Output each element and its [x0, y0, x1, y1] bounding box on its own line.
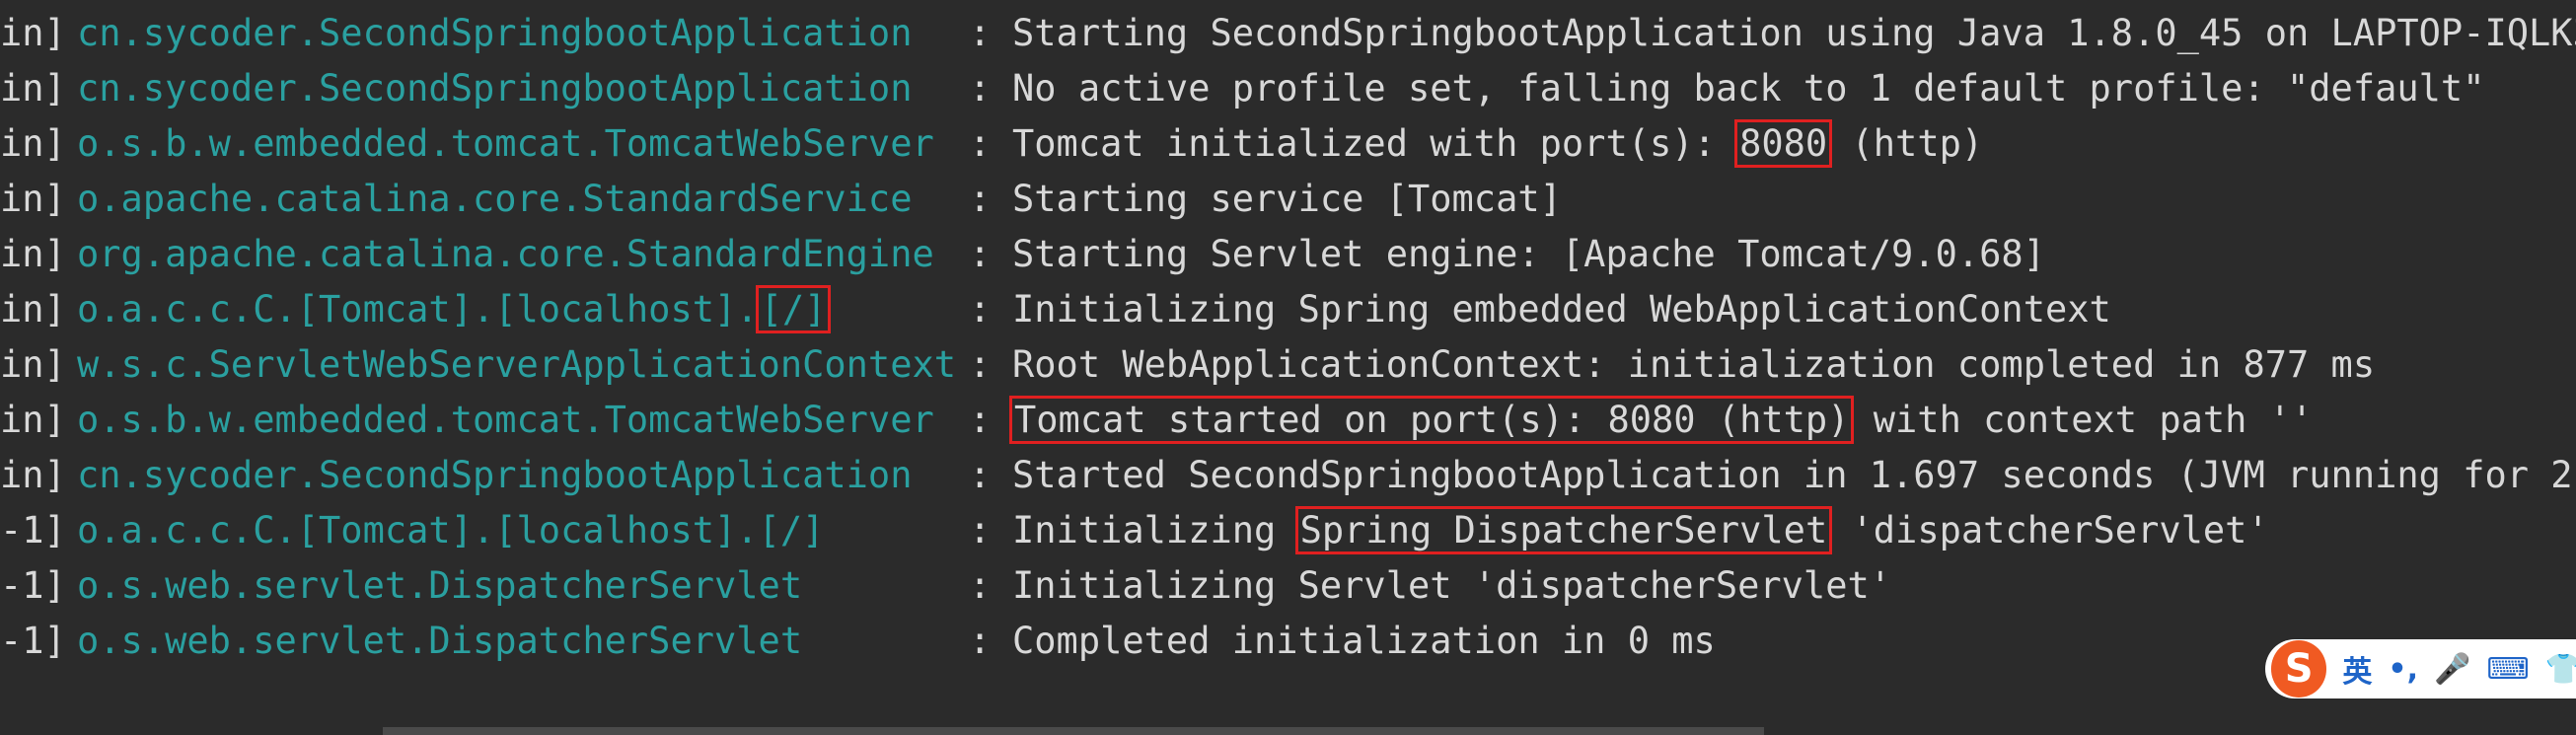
log-line: in] o.s.b.w.embedded.tomcat.TomcatWebSer… [0, 116, 1983, 172]
log-message: Initializing Servlet 'dispatcherServlet' [1012, 564, 1892, 607]
log-message: Initializing Spring DispatcherServlet 'd… [1012, 503, 2269, 558]
skin-icon[interactable]: 👕 [2545, 652, 2576, 687]
log-line: in] o.apache.catalina.core.StandardServi… [0, 172, 1562, 227]
log-message: Starting SecondSpringbootApplication usi… [1012, 12, 2576, 54]
log-message-text: Tomcat initialized with port(s): [1012, 122, 1738, 165]
log-message-text: (http) [1829, 122, 1984, 165]
console-output[interactable]: in] cn.sycoder.SecondSpringbootApplicati… [0, 0, 2576, 735]
log-thread: in] [0, 122, 66, 165]
log-separator: : [969, 12, 992, 54]
log-thread: in] [0, 399, 66, 441]
log-line: in] cn.sycoder.SecondSpringbootApplicati… [0, 448, 2576, 503]
log-logger[interactable]: o.a.c.c.C.[Tomcat].[localhost].[/] [77, 503, 969, 558]
log-logger[interactable]: o.s.b.w.embedded.tomcat.TomcatWebServer [77, 393, 969, 448]
log-separator: : [969, 288, 992, 331]
log-logger[interactable]: o.s.b.w.embedded.tomcat.TomcatWebServer [77, 116, 969, 172]
log-separator: : [969, 564, 992, 607]
horizontal-scrollbar[interactable] [383, 727, 1764, 735]
log-line: in] o.s.b.w.embedded.tomcat.TomcatWebSer… [0, 393, 2313, 448]
log-logger[interactable]: o.s.web.servlet.DispatcherServlet [77, 558, 969, 614]
log-logger[interactable]: o.s.web.servlet.DispatcherServlet [77, 614, 969, 669]
log-logger[interactable]: o.a.c.c.C.[Tomcat].[localhost].[/] [77, 282, 969, 337]
highlighted-port: 8080 [1734, 119, 1833, 168]
log-separator: : [969, 454, 992, 496]
log-line: in] o.a.c.c.C.[Tomcat].[localhost].[/] :… [0, 282, 2111, 337]
log-line: -1] o.a.c.c.C.[Tomcat].[localhost].[/] :… [0, 503, 2269, 558]
log-logger-text: o.a.c.c.C.[Tomcat].[localhost]. [77, 288, 759, 331]
log-thread: in] [0, 454, 66, 496]
log-thread: -1] [0, 620, 66, 662]
highlighted-started-port: Tomcat started on port(s): 8080 (http) [1009, 396, 1855, 444]
log-message-text: 'dispatcherServlet' [1829, 509, 2269, 551]
log-separator: : [969, 122, 992, 165]
log-separator: : [969, 178, 992, 220]
log-logger[interactable]: w.s.c.ServletWebServerApplicationContext [77, 337, 969, 393]
log-line: -1] o.s.web.servlet.DispatcherServlet : … [0, 614, 1716, 669]
sogou-logo-icon[interactable]: S [2271, 640, 2327, 698]
log-message-text: Initializing [1012, 509, 1298, 551]
log-separator: : [969, 67, 992, 110]
log-line: -1] o.s.web.servlet.DispatcherServlet : … [0, 558, 1891, 614]
log-logger[interactable]: cn.sycoder.SecondSpringbootApplication [77, 61, 969, 116]
highlighted-dispatcher-servlet: Spring DispatcherServlet [1294, 506, 1833, 554]
punctuation-icon[interactable]: •, [2388, 652, 2418, 687]
log-separator: : [969, 399, 992, 441]
log-line: in] org.apache.catalina.core.StandardEng… [0, 227, 2045, 282]
log-thread: in] [0, 67, 66, 110]
log-thread: in] [0, 233, 66, 275]
log-line: in] cn.sycoder.SecondSpringbootApplicati… [0, 61, 2484, 116]
log-message: Root WebApplicationContext: initializati… [1012, 343, 2376, 386]
log-thread: in] [0, 12, 66, 54]
log-message: Tomcat initialized with port(s): 8080 (h… [1012, 116, 1983, 172]
log-line: in] w.s.c.ServletWebServerApplicationCon… [0, 337, 2375, 393]
log-separator: : [969, 343, 992, 386]
log-separator: : [969, 509, 992, 551]
log-separator: : [969, 233, 992, 275]
log-message: Starting service [Tomcat] [1012, 178, 1562, 220]
log-logger[interactable]: cn.sycoder.SecondSpringbootApplication [77, 448, 969, 503]
log-logger[interactable]: o.apache.catalina.core.StandardService [77, 172, 969, 227]
log-thread: -1] [0, 509, 66, 551]
log-message: Starting Servlet engine: [Apache Tomcat/… [1012, 233, 2045, 275]
log-message-text: with context path '' [1851, 399, 2314, 441]
log-message: No active profile set, falling back to 1… [1012, 67, 2485, 110]
log-thread: in] [0, 288, 66, 331]
log-message: Completed initialization in 0 ms [1012, 620, 1716, 662]
language-toggle[interactable]: 英 [2342, 647, 2372, 691]
keyboard-icon[interactable]: ⌨ [2486, 652, 2529, 687]
log-line: in] cn.sycoder.SecondSpringbootApplicati… [0, 6, 2576, 61]
microphone-icon[interactable]: 🎤 [2434, 652, 2470, 687]
ime-toolbar[interactable]: S 英 •, 🎤 ⌨ 👕 [2265, 639, 2576, 698]
log-message: Started SecondSpringbootApplication in 1… [1012, 454, 2576, 496]
log-message: Initializing Spring embedded WebApplicat… [1012, 288, 2111, 331]
log-message: Tomcat started on port(s): 8080 (http) w… [1009, 393, 2314, 448]
log-separator: : [969, 620, 992, 662]
log-thread: in] [0, 178, 66, 220]
log-thread: -1] [0, 564, 66, 607]
log-thread: in] [0, 343, 66, 386]
log-logger[interactable]: org.apache.catalina.core.StandardEngine [77, 227, 969, 282]
log-logger[interactable]: cn.sycoder.SecondSpringbootApplication [77, 6, 969, 61]
highlighted-context-path: [/] [755, 285, 832, 333]
